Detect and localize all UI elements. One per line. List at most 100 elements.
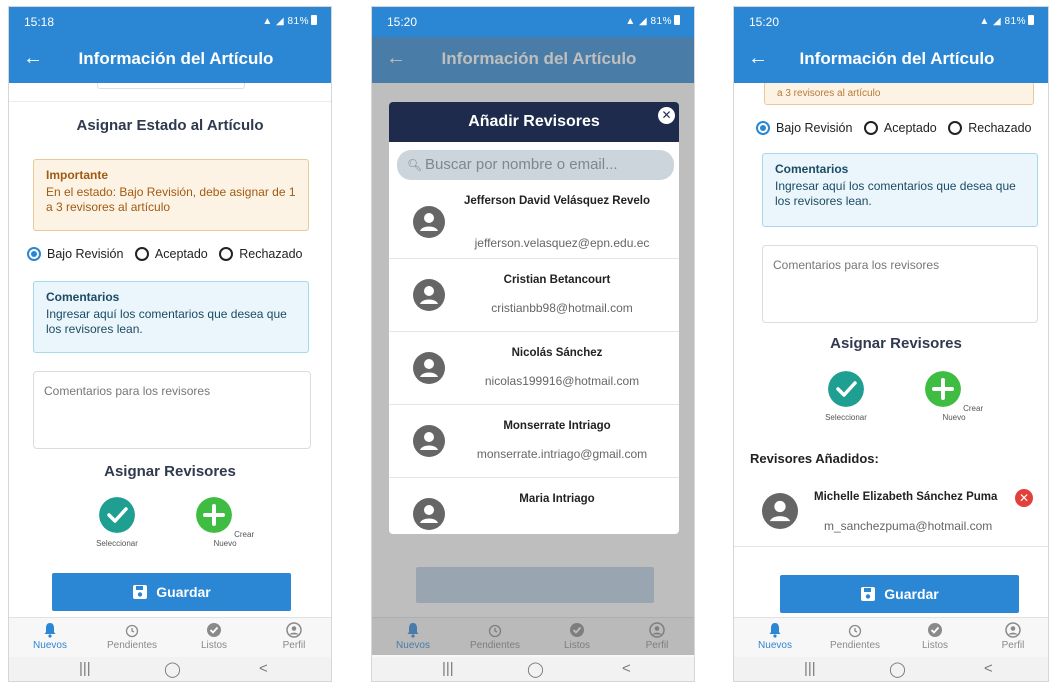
status-bar: 15:18 ▲ ◢ 81% (9, 7, 331, 37)
radio-bajo-revision[interactable]: Bajo Revisión (27, 247, 123, 261)
reviewer-item[interactable]: Cristian Betancourt cristianbb98@hotmail… (389, 259, 679, 332)
warning-title: Importante (46, 168, 109, 182)
bell-icon (769, 623, 781, 638)
reviewer-email: monserrate.intriago@gmail.com (476, 447, 648, 461)
system-back-button[interactable]: < (622, 660, 631, 677)
home-button[interactable]: ◯ (164, 660, 181, 678)
radio-selected-icon (27, 247, 41, 261)
app-bar: ← Información del Artículo (9, 37, 331, 83)
radio-empty-icon (863, 121, 878, 135)
comments-info-title: Comentarios (46, 290, 120, 304)
create-reviewer-button[interactable]: Crear Nuevo (185, 497, 265, 548)
reviewer-item[interactable]: Maria Intriago (389, 478, 679, 534)
nav-listos[interactable]: Listos (900, 622, 970, 651)
home-button[interactable]: ◯ (527, 660, 544, 678)
save-button[interactable]: Guardar (780, 575, 1019, 613)
system-back-button[interactable]: < (259, 660, 268, 677)
alarm-clock-icon (848, 624, 862, 638)
screen-assign-status: 15:18 ▲ ◢ 81% ← Información del Artículo… (8, 6, 332, 682)
system-nav-bar: ||| ◯ < (372, 657, 694, 681)
nav-listos[interactable]: Listos (179, 622, 249, 651)
warning-text: En el estado: Bajo Revisión, debe asigna… (46, 185, 296, 214)
avatar-icon (762, 493, 798, 529)
comments-textarea[interactable]: Comentarios para los revisores (33, 371, 311, 449)
nav-perfil[interactable]: Perfil (259, 622, 329, 651)
user-icon (286, 622, 302, 638)
page-title: Información del Artículo (799, 49, 995, 68)
user-icon (1005, 622, 1021, 638)
status-battery: ▲ ◢ 81% (625, 15, 680, 27)
page-title: Información del Artículo (78, 49, 274, 68)
nav-pendientes[interactable]: Pendientes (97, 622, 167, 651)
nav-nuevos[interactable]: Nuevos (15, 622, 85, 651)
radio-empty-icon (219, 247, 234, 261)
scroll-remnant (97, 83, 245, 89)
reviewer-name: Maria Intriago (519, 493, 595, 505)
recents-button[interactable]: ||| (804, 660, 816, 677)
comments-info-text: Ingresar aquí los comentarios que desea … (775, 179, 1016, 208)
reviewer-list: Jefferson David Velásquez Revelo jeffers… (389, 186, 679, 534)
floppy-disk-icon (861, 587, 876, 601)
reviewer-email: nicolas199916@hotmail.com (484, 374, 640, 388)
system-back-button[interactable]: < (984, 660, 993, 677)
added-reviewer-email: m_sanchezpuma@hotmail.com (824, 519, 993, 533)
close-icon[interactable]: ✕ (658, 107, 675, 124)
create-reviewer-button[interactable]: Crear Nuevo (914, 371, 994, 422)
search-icon: 🔍︎ (407, 158, 423, 172)
home-button[interactable]: ◯ (889, 660, 906, 678)
radio-rechazado[interactable]: Rechazado (948, 121, 1031, 135)
remove-reviewer-icon[interactable]: ✕ (1015, 489, 1033, 507)
nav-nuevos[interactable]: Nuevos (740, 622, 810, 651)
system-nav-bar: ||| ◯ < (9, 657, 331, 681)
radio-empty-icon (948, 121, 963, 135)
app-bar: ← Información del Artículo (734, 37, 1048, 83)
alarm-clock-icon (125, 624, 139, 638)
reviewer-name: Cristian Betancourt (503, 274, 611, 286)
select-reviewer-button[interactable]: Seleccionar (77, 497, 157, 548)
status-radio-group: Bajo Revisión Aceptado Rechazado (734, 121, 1048, 135)
nav-pendientes[interactable]: Pendientes (820, 622, 890, 651)
screen1-content: Asignar Estado al Artículo Importante En… (9, 83, 331, 617)
reviewer-name: Nicolás Sánchez (511, 347, 603, 359)
search-placeholder: Buscar por nombre o email... (425, 156, 618, 173)
recents-button[interactable]: ||| (79, 660, 91, 677)
search-input[interactable]: 🔍︎ Buscar por nombre o email... (397, 150, 674, 180)
radio-aceptado[interactable]: Aceptado (134, 247, 208, 261)
radio-aceptado[interactable]: Aceptado (863, 121, 937, 135)
reviewer-email: cristianbb98@hotmail.com (491, 301, 633, 315)
section-title: Asignar Estado al Artículo (76, 117, 264, 134)
status-radio-group: Bajo Revisión Aceptado Rechazado (9, 247, 331, 261)
nav-perfil[interactable]: Perfil (978, 622, 1048, 651)
reviewer-name: Monserrate Intriago (503, 420, 611, 432)
reviewer-item[interactable]: Monserrate Intriago monserrate.intriago@… (389, 405, 679, 478)
comments-info-title: Comentarios (775, 162, 849, 176)
comments-info-box: Comentarios Ingresar aquí los comentario… (33, 281, 309, 353)
plus-circle-icon (924, 371, 961, 407)
reviewer-item[interactable]: Jefferson David Velásquez Revelo jeffers… (389, 186, 679, 259)
reviewer-item[interactable]: Nicolás Sánchez nicolas199916@hotmail.co… (389, 332, 679, 405)
save-button[interactable]: Guardar (52, 573, 291, 611)
bottom-nav: Nuevos Pendientes Listos Perfil (9, 617, 331, 657)
assign-reviewers-title: Asignar Revisores (104, 463, 236, 480)
added-reviewers-title: Revisores Añadidos: (750, 451, 879, 466)
divider (9, 101, 331, 102)
warning-box-partial: a 3 revisores al artículo (764, 83, 1034, 105)
avatar-icon (413, 498, 445, 530)
select-reviewer-button[interactable]: Seleccionar (806, 371, 886, 422)
assign-reviewers-title: Asignar Revisores (830, 335, 962, 352)
radio-bajo-revision[interactable]: Bajo Revisión (756, 121, 852, 135)
recents-button[interactable]: ||| (442, 660, 454, 677)
avatar-icon (413, 206, 445, 238)
radio-rechazado[interactable]: Rechazado (219, 247, 302, 261)
plus-circle-icon (195, 497, 232, 533)
avatar-icon (413, 279, 445, 311)
modal-title: Añadir Revisores (389, 102, 679, 142)
check-circle-icon (207, 623, 221, 637)
screen-add-reviewers: 15:20 ▲ ◢ 81% ← Información del Artículo… (371, 6, 695, 682)
status-time: 15:20 (749, 15, 780, 29)
check-circle-icon (828, 371, 864, 407)
comments-textarea[interactable]: Comentarios para los revisores (762, 245, 1038, 323)
screen-reviewers-added: 15:20 ▲ ◢ 81% ← Información del Artículo… (733, 6, 1049, 682)
bell-icon (44, 623, 56, 638)
warning-box: Importante En el estado: Bajo Revisión, … (33, 159, 309, 231)
